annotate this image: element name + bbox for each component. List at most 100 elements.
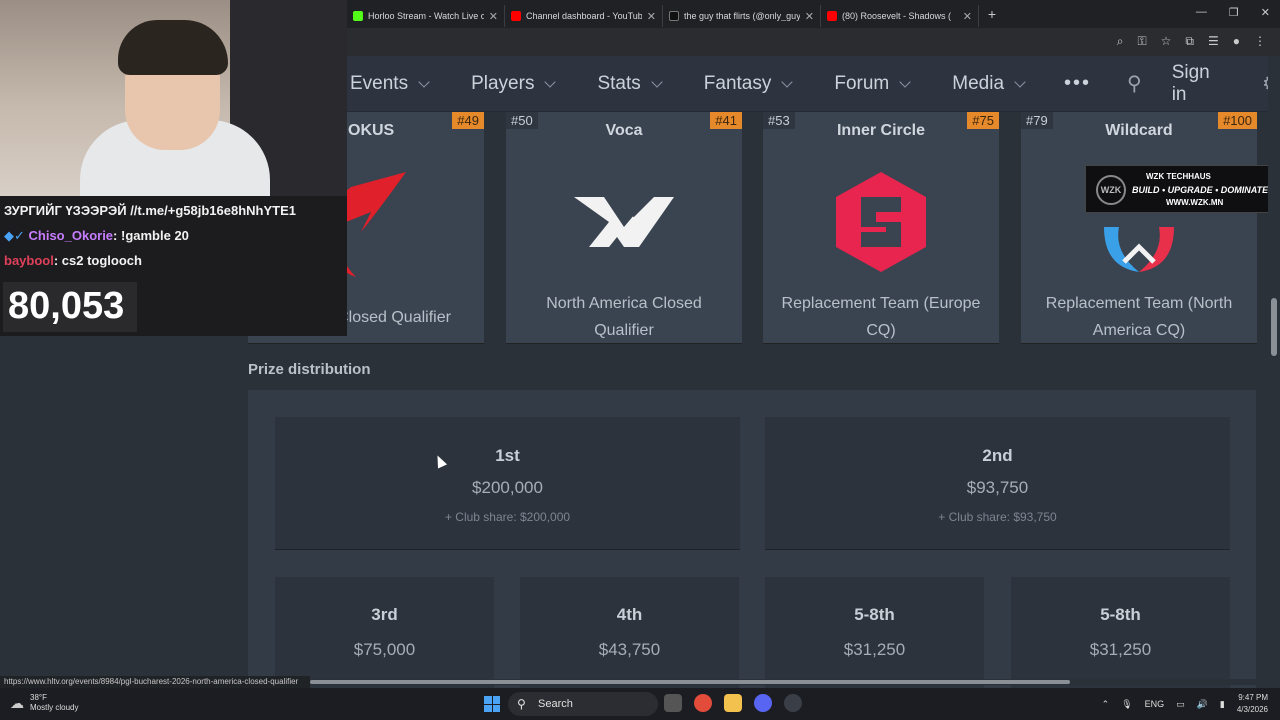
streamer-webcam [0,0,347,196]
browser-tab-strip: Horloo Stream - Watch Live on ✕ Channel d… [347,0,1280,28]
scrollbar-thumb[interactable] [310,680,1070,684]
close-window-icon[interactable]: ✕ [1261,6,1270,19]
address-bar[interactable]: ⌕ ⚿ ☆ ⧉ ☰ ● ⋮ [347,28,1280,56]
kick-favicon-icon [353,11,363,21]
team-card[interactable]: #50 #41 Voca North America Closed Qualif… [506,112,742,344]
minimize-icon[interactable]: — [1196,6,1207,19]
nav-events[interactable]: Events [350,73,430,95]
prize-box: 2nd $93,750 + Club share: $93,750 [765,417,1230,550]
ad-line: BUILD • UPGRADE • DOMINATE [1132,185,1269,195]
prize-amount: $31,250 [1089,640,1152,659]
tab-search-icon[interactable]: ☰ [1208,34,1219,49]
menu-dots-icon[interactable]: ⋮ [1254,34,1266,49]
start-windows-icon[interactable] [484,696,500,712]
browser-tab[interactable]: Horloo Stream - Watch Live on ✕ [347,5,505,27]
team-card[interactable]: #79 #100 Wildcard Replacement Team (Nort… [1021,112,1257,344]
profile-avatar-icon[interactable]: ● [1233,34,1240,49]
taskbar-apps [664,694,802,712]
search-icon[interactable]: ⚲ [1127,71,1142,96]
display-icon[interactable]: ▭ [1176,699,1185,710]
site-navigation: Events Players Stats Fantasy Forum Media… [347,56,1280,112]
prize-place: 5-8th [854,605,895,624]
ad-line: WZK TECHHAUS [1146,172,1211,181]
tiktok-favicon-icon [669,11,679,21]
youtube-favicon-icon [827,11,837,21]
close-tab-icon[interactable]: ✕ [489,10,498,23]
team-name: Voca [605,122,643,139]
chevron-up-icon[interactable]: ⌃ [1102,699,1110,710]
folder-icon[interactable] [724,694,742,712]
team-name: OKUS [348,122,395,139]
browser-tab[interactable]: (80) Roosevelt - Shadows (✕ [821,5,979,27]
clock[interactable]: 9:47 PM 4/3/2026 [1237,692,1268,716]
prize-place: 2nd [982,446,1013,465]
section-title: Prize distribution [248,361,371,378]
team-card[interactable]: #53 #75 Inner Circle Replacement Team (E… [763,112,999,344]
club-share: + Club share: $93,750 [938,510,1057,524]
chat-message: baybool: cs2 toglooch [4,253,142,268]
cloud-icon: ☁ [10,694,24,711]
viewer-counter: 80,053 [3,282,137,332]
extensions-icon[interactable]: ⧉ [1185,34,1194,49]
zoom-icon[interactable]: ⌕ [1117,34,1124,49]
team-name: Inner Circle [836,122,926,139]
chevron-down-icon [1014,75,1026,88]
battery-icon[interactable]: ▮ [1220,699,1225,710]
vertical-scrollbar[interactable] [1268,56,1280,676]
prize-place: 3rd [371,605,398,624]
prize-place: 1st [495,446,520,465]
prize-amount: $75,000 [353,640,416,659]
nav-fantasy[interactable]: Fantasy [704,73,794,95]
chat-badge-icon: ◆✓ [4,228,29,243]
steam-icon[interactable] [784,694,802,712]
prize-amount: $93,750 [966,478,1029,497]
prize-box: 3rd $75,000 [275,577,494,690]
ad-line: WWW.WZK.MN [1166,198,1224,207]
prize-box: 1st $200,000 + Club share: $200,000 [275,417,740,550]
prize-box: 5-8th $31,250 [1011,577,1230,690]
prize-place: 5-8th [1100,605,1141,624]
browser-tab[interactable]: the guy that flirts (@only_guy_ ✕ [663,5,821,27]
scrollbar-thumb[interactable] [1271,298,1277,356]
sign-in-link[interactable]: Sign in [1172,62,1220,106]
microphone-icon[interactable]: 🎙 [1121,699,1132,710]
chrome-icon[interactable] [694,694,712,712]
close-tab-icon[interactable]: ✕ [647,10,656,23]
chevron-down-icon [899,75,911,88]
nav-stats[interactable]: Stats [597,73,663,95]
nav-media[interactable]: Media [952,73,1026,95]
taskbar-search[interactable]: ⚲ Search [508,692,658,716]
prize-box: 4th $43,750 [520,577,739,690]
more-menu-icon[interactable]: ••• [1064,72,1091,95]
prize-distribution-panel: 1st $200,000 + Club share: $200,000 2nd … [248,390,1256,690]
file-explorer-icon[interactable] [664,694,682,712]
nav-players[interactable]: Players [471,73,557,95]
prize-place: 4th [616,605,643,624]
discord-icon[interactable] [754,694,772,712]
chevron-down-icon [651,75,663,88]
weather-widget[interactable]: ☁ 38°F Mostly cloudy [10,693,78,713]
browser-tab[interactable]: Channel dashboard - YouTube ✕ [505,5,663,27]
new-tab-button[interactable]: + [979,6,1005,22]
password-key-icon[interactable]: ⚿ [1138,34,1147,49]
horizontal-scrollbar[interactable] [310,679,1270,685]
close-tab-icon[interactable]: ✕ [963,10,972,23]
maximize-icon[interactable]: ❐ [1229,6,1239,19]
chat-message: ◆✓ Chiso_Okorie: !gamble 20 [4,228,189,243]
chevron-down-icon [544,75,557,88]
sponsor-banner[interactable]: WZK WZK TECHHAUS BUILD • UPGRADE • DOMIN… [1085,165,1280,213]
qualifier-label: North America Closed Qualifier [546,295,702,339]
qualifier-label: Replacement Team (Europe CQ) [781,295,981,339]
language-indicator[interactable]: ENG [1145,699,1165,709]
prize-amount: $31,250 [843,640,906,659]
close-tab-icon[interactable]: ✕ [805,10,814,23]
page-left-background [0,336,248,676]
youtube-favicon-icon [511,11,521,21]
chevron-down-icon [418,75,430,88]
nav-forum[interactable]: Forum [834,73,911,95]
window-controls: — ❐ ✕ [1196,6,1270,19]
bookmark-star-icon[interactable]: ☆ [1161,34,1172,49]
volume-icon[interactable]: 🔊 [1197,699,1208,710]
prize-box: 5-8th $31,250 [765,577,984,690]
chevron-down-icon [781,75,794,88]
